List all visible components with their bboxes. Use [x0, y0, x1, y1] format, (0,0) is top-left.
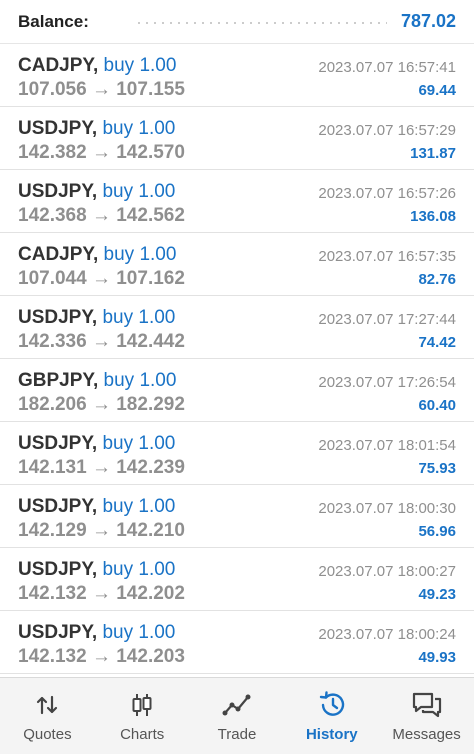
tab-messages[interactable]: Messages: [379, 678, 474, 754]
trade-symbol: USDJPY, buy 1.00: [18, 559, 175, 581]
trade-pair: USDJPY,: [18, 307, 98, 328]
trade-pair: CADJPY,: [18, 55, 99, 76]
trade-row[interactable]: USDJPY, buy 1.00 142.132 → 142.202 2023.…: [0, 548, 474, 611]
trade-prices: 142.336 → 142.442: [18, 331, 185, 352]
trade-side: buy 1.00: [102, 622, 176, 643]
trade-symbol: CADJPY, buy 1.00: [18, 244, 176, 266]
trade-side: buy 1.00: [102, 433, 176, 454]
trade-profit: 60.40: [418, 397, 456, 414]
candlestick-chart-icon: [128, 688, 156, 722]
trade-row[interactable]: GBPJPY, buy 1.00 182.206 → 182.292 2023.…: [0, 359, 474, 422]
balance-label: Balance:: [18, 11, 89, 31]
tab-label: Messages: [392, 726, 461, 743]
trade-pair: USDJPY,: [18, 496, 98, 517]
trade-row[interactable]: USDJPY, buy 1.00 142.129 → 142.210 2023.…: [0, 485, 474, 548]
messages-icon: [411, 688, 443, 722]
trade-symbol: USDJPY, buy 1.00: [18, 433, 175, 455]
trade-time: 2023.07.07 16:57:35: [318, 248, 456, 265]
trade-row[interactable]: USDJPY, buy 1.00 142.382 → 142.570 2023.…: [0, 107, 474, 170]
trade-prices: 107.044 → 107.162: [18, 268, 185, 289]
trade-prices: 142.132 → 142.202: [18, 583, 185, 604]
trade-profit: 56.96: [418, 523, 456, 540]
trade-time: 2023.07.07 18:01:54: [318, 437, 456, 454]
trade-time: 2023.07.07 18:00:30: [318, 500, 456, 517]
trade-profit: 69.44: [418, 82, 456, 99]
trade-symbol: USDJPY, buy 1.00: [18, 181, 175, 203]
trade-time: 2023.07.07 16:57:26: [318, 185, 456, 202]
trade-history-list: CADJPY, buy 1.00 107.056 → 107.155 2023.…: [0, 44, 474, 674]
trade-prices: 142.382 → 142.570: [18, 142, 185, 163]
trade-prices: 142.129 → 142.210: [18, 520, 185, 541]
trade-side: buy 1.00: [103, 55, 177, 76]
trade-profit: 75.93: [418, 460, 456, 477]
trade-prices: 142.131 → 142.239: [18, 457, 185, 478]
trade-time: 2023.07.07 18:00:27: [318, 563, 456, 580]
trade-pair: USDJPY,: [18, 559, 98, 580]
trade-profit: 49.93: [418, 649, 456, 666]
trade-prices: 142.368 → 142.562: [18, 205, 185, 226]
trade-row[interactable]: CADJPY, buy 1.00 107.056 → 107.155 2023.…: [0, 44, 474, 107]
trade-row[interactable]: USDJPY, buy 1.00 142.336 → 142.442 2023.…: [0, 296, 474, 359]
tab-label: Trade: [217, 726, 257, 743]
trade-symbol: USDJPY, buy 1.00: [18, 307, 175, 329]
trade-symbol: GBPJPY, buy 1.00: [18, 370, 176, 392]
trade-row[interactable]: USDJPY, buy 1.00 142.132 → 142.203 2023.…: [0, 611, 474, 674]
trade-pair: GBPJPY,: [18, 370, 99, 391]
trade-side: buy 1.00: [102, 559, 176, 580]
balance-dotted-leader: [134, 22, 387, 24]
quotes-icon: [34, 688, 60, 722]
trade-prices: 107.056 → 107.155: [18, 79, 185, 100]
trade-prices: 182.206 → 182.292: [18, 394, 185, 415]
tab-history[interactable]: History: [284, 678, 379, 754]
trade-profit: 74.42: [418, 334, 456, 351]
balance-value: 787.02: [400, 11, 456, 31]
trade-time: 2023.07.07 16:57:29: [318, 122, 456, 139]
tab-label: History: [305, 726, 358, 743]
trade-row[interactable]: USDJPY, buy 1.00 142.368 → 142.562 2023.…: [0, 170, 474, 233]
trade-profit: 136.08: [410, 208, 456, 225]
trade-line-icon: [222, 688, 252, 722]
trade-side: buy 1.00: [102, 496, 176, 517]
tab-trade[interactable]: Trade: [190, 678, 285, 754]
trade-pair: CADJPY,: [18, 244, 99, 265]
trade-side: buy 1.00: [103, 244, 177, 265]
trade-profit: 49.23: [418, 586, 456, 603]
history-clock-icon: [317, 688, 347, 722]
trade-time: 2023.07.07 16:57:41: [318, 59, 456, 76]
trade-side: buy 1.00: [102, 181, 176, 202]
trade-pair: USDJPY,: [18, 622, 98, 643]
trade-symbol: USDJPY, buy 1.00: [18, 496, 175, 518]
tab-label: Quotes: [23, 726, 72, 743]
bottom-tab-bar: Quotes Charts Trade History Messages: [0, 677, 474, 754]
trade-pair: USDJPY,: [18, 181, 98, 202]
trade-side: buy 1.00: [102, 118, 176, 139]
trade-time: 2023.07.07 18:00:24: [318, 626, 456, 643]
trade-symbol: CADJPY, buy 1.00: [18, 55, 176, 77]
trade-row[interactable]: USDJPY, buy 1.00 142.131 → 142.239 2023.…: [0, 422, 474, 485]
trade-time: 2023.07.07 17:27:44: [318, 311, 456, 328]
trade-symbol: USDJPY, buy 1.00: [18, 622, 175, 644]
tab-label: Charts: [120, 726, 165, 743]
trade-row[interactable]: CADJPY, buy 1.00 107.044 → 107.162 2023.…: [0, 233, 474, 296]
trade-profit: 82.76: [418, 271, 456, 288]
trade-pair: USDJPY,: [18, 433, 98, 454]
balance-bar: Balance: 787.02: [0, 0, 474, 44]
trade-profit: 131.87: [410, 145, 456, 162]
trade-prices: 142.132 → 142.203: [18, 646, 185, 667]
trade-symbol: USDJPY, buy 1.00: [18, 118, 175, 140]
tab-quotes[interactable]: Quotes: [0, 678, 95, 754]
tab-charts[interactable]: Charts: [95, 678, 190, 754]
trade-time: 2023.07.07 17:26:54: [318, 374, 456, 391]
trade-pair: USDJPY,: [18, 118, 98, 139]
trade-side: buy 1.00: [103, 370, 177, 391]
trade-side: buy 1.00: [102, 307, 176, 328]
